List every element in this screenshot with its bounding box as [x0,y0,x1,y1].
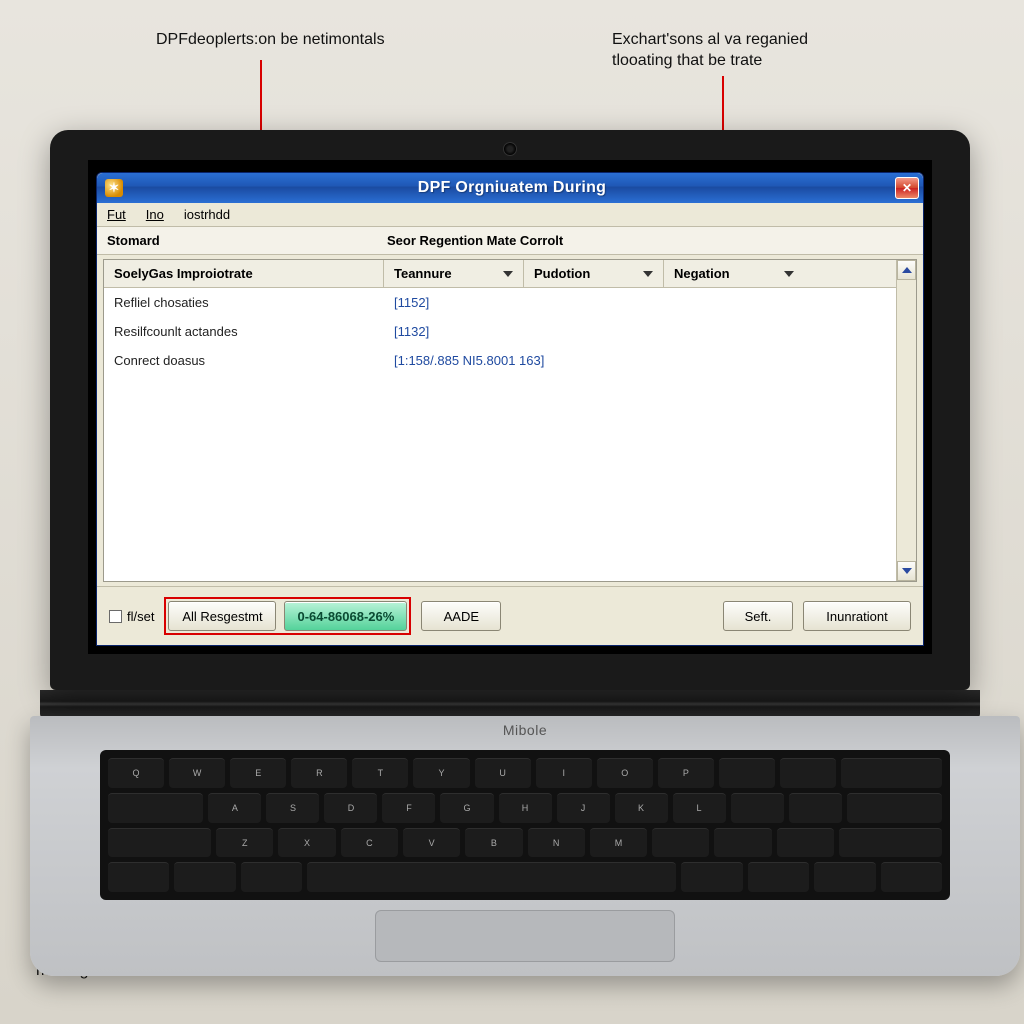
data-rows: Refliel chosaties [1152] Resilfcounlt ac… [104,288,916,581]
triangle-up-icon [902,267,912,273]
bottom-bar: fl/set All Resgestmt 0-64-86068-26% AADE… [97,586,923,645]
trackpad [375,910,675,962]
all-regestnt-button[interactable]: All Resgestmt [168,601,276,631]
chevron-down-icon [784,271,794,277]
keyboard: QWERTYUIOP ASDFGHJKL ZXCVBNM [100,750,950,900]
row-value: [1:158/.885 NI5.8001 163] [384,346,916,375]
filset-checkbox[interactable]: fl/set [109,609,154,624]
content-area: SoelyGas Improiotrate Teannure Pudotion … [103,259,917,582]
scroll-track[interactable] [897,280,916,561]
heading-row: Stomard Seor Regention Mate Corrolt [97,227,923,255]
annotation-top-right: Exchart'sons al va reganied tlooating th… [612,30,808,72]
inuration-button[interactable]: Inunrationt [803,601,911,631]
vertical-scrollbar[interactable] [896,260,916,581]
heading-right: Seor Regention Mate Corrolt [377,227,923,254]
annotation-text: tlooating that be trate [612,52,762,69]
app-window: ✶ DPF Orgniuatem During ✕ Fut Ino iostrh… [96,172,924,646]
aade-button[interactable]: AADE [421,601,501,631]
chevron-down-icon [643,271,653,277]
titlebar[interactable]: ✶ DPF Orgniuatem During ✕ [97,173,923,203]
table-row[interactable]: Refliel chosaties [1152] [104,288,916,317]
row-value: [1132] [384,317,916,346]
chevron-down-icon [503,271,513,277]
webcam [503,142,517,156]
screen: ✶ DPF Orgniuatem During ✕ Fut Ino iostrh… [88,160,932,654]
highlighted-button-group: All Resgestmt 0-64-86068-26% [164,597,411,635]
checkbox-icon [109,610,122,623]
column-label: SoelyGas Improiotrate [114,266,253,281]
triangle-down-icon [902,568,912,574]
screen-bezel: ✶ DPF Orgniuatem During ✕ Fut Ino iostrh… [50,130,970,690]
menu-insthd[interactable]: iostrhdd [174,203,240,226]
seft-button[interactable]: Seft. [723,601,793,631]
column-label: Negation [674,266,730,281]
table-row[interactable]: Conrect doasus [1:158/.885 NI5.8001 163] [104,346,916,375]
laptop-deck: Mibole QWERTYUIOP ASDFGHJKL ZXCVBNM [30,716,1020,976]
green-value-button[interactable]: 0-64-86068-26% [284,601,407,631]
table-row[interactable]: Resilfcounlt actandes [1132] [104,317,916,346]
row-label: Conrect doasus [104,346,384,375]
app-icon: ✶ [105,179,123,197]
column-header-3[interactable]: Pudotion [524,260,664,287]
checkbox-label: fl/set [127,609,154,624]
column-header-2[interactable]: Teannure [384,260,524,287]
close-button[interactable]: ✕ [895,177,919,199]
window-title: DPF Orgniuatem During [129,179,895,197]
row-label: Resilfcounlt actandes [104,317,384,346]
column-headers: SoelyGas Improiotrate Teannure Pudotion … [104,260,916,288]
row-label: Refliel chosaties [104,288,384,317]
annotation-top-left: DPFdeoplerts:on be netimontals [156,30,385,51]
laptop-frame: ✶ DPF Orgniuatem During ✕ Fut Ino iostrh… [30,130,990,990]
annotation-text: Exchart'sons al va reganied [612,31,808,48]
scroll-down-button[interactable] [897,561,916,581]
menubar: Fut Ino iostrhdd [97,203,923,227]
laptop-hinge [40,690,980,718]
column-header-4[interactable]: Negation [664,260,804,287]
menu-fut[interactable]: Fut [97,203,136,226]
column-label: Pudotion [534,266,590,281]
column-header-1[interactable]: SoelyGas Improiotrate [104,260,384,287]
column-label: Teannure [394,266,452,281]
row-value: [1152] [384,288,916,317]
laptop-brand: Mibole [503,722,547,738]
scroll-up-button[interactable] [897,260,916,280]
menu-ino[interactable]: Ino [136,203,174,226]
heading-left: Stomard [97,227,377,254]
